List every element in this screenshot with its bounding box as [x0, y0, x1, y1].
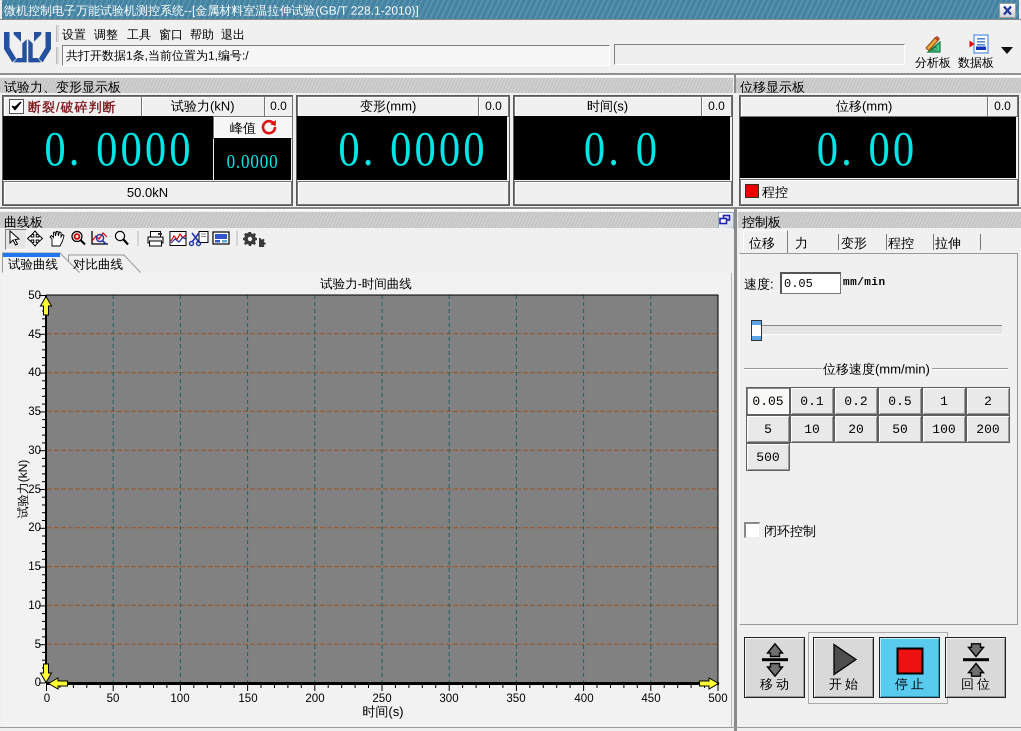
svg-text:15: 15: [28, 561, 41, 573]
svg-text:5: 5: [35, 639, 41, 651]
svg-text:0: 0: [35, 677, 41, 689]
svg-text:35: 35: [28, 406, 41, 418]
svg-text:10: 10: [28, 600, 41, 612]
svg-text:45: 45: [28, 329, 41, 341]
svg-text:25: 25: [28, 484, 41, 496]
svg-text:300: 300: [439, 693, 458, 705]
svg-text:250: 250: [372, 693, 391, 705]
svg-text:50: 50: [107, 693, 120, 705]
svg-text:200: 200: [305, 693, 324, 705]
svg-text:50: 50: [28, 290, 41, 302]
svg-text:30: 30: [28, 445, 41, 457]
svg-text:400: 400: [574, 693, 593, 705]
svg-text:40: 40: [28, 367, 41, 379]
svg-text:350: 350: [506, 693, 525, 705]
svg-text:150: 150: [238, 693, 257, 705]
svg-text:100: 100: [170, 693, 189, 705]
svg-text:450: 450: [641, 693, 660, 705]
svg-text:500: 500: [708, 693, 727, 705]
svg-text:20: 20: [28, 522, 41, 534]
svg-text:0: 0: [44, 693, 50, 705]
